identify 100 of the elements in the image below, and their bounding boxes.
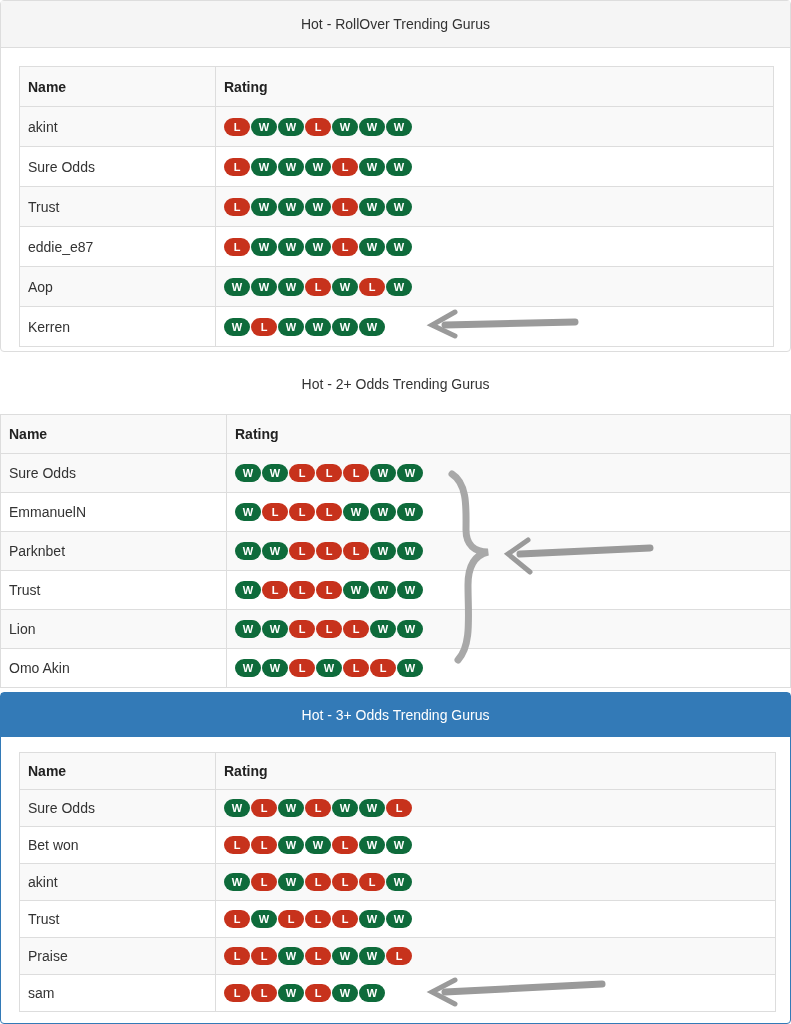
result-badge: L <box>289 581 315 599</box>
result-badge: W <box>359 910 385 928</box>
result-badge: W <box>332 117 358 136</box>
name-cell: Trust <box>0 570 227 610</box>
result-badge: L <box>386 947 412 965</box>
result-badge: W <box>359 799 385 817</box>
result-badge: W <box>224 317 250 336</box>
result-badge: W <box>370 464 396 482</box>
result-badge: W <box>359 237 385 256</box>
result-badge: L <box>332 873 358 891</box>
result-badge: L <box>370 659 396 677</box>
result-badge: W <box>386 836 412 854</box>
result-badge: W <box>251 197 277 216</box>
name-cell: Aop <box>19 266 216 307</box>
result-badge: W <box>278 197 304 216</box>
result-badge: W <box>316 659 342 677</box>
result-badge: W <box>278 317 304 336</box>
column-header: Name <box>19 752 216 790</box>
result-badge: W <box>370 503 396 521</box>
result-badge: W <box>224 799 250 817</box>
result-badge: W <box>386 117 412 136</box>
result-badge: L <box>305 910 331 928</box>
result-badge: W <box>370 620 396 638</box>
result-badge: W <box>386 910 412 928</box>
result-badge: W <box>386 237 412 256</box>
result-badge: L <box>386 799 412 817</box>
name-cell: akint <box>19 106 216 147</box>
result-badge: W <box>235 464 261 482</box>
result-badge: L <box>332 197 358 216</box>
name-cell: akint <box>19 863 216 901</box>
result-badge: L <box>305 873 331 891</box>
result-badge: W <box>397 659 423 677</box>
result-badge: L <box>343 542 369 560</box>
result-badge: W <box>386 873 412 891</box>
name-cell: Kerren <box>19 306 216 347</box>
result-badge: W <box>386 157 412 176</box>
result-badge: W <box>278 277 304 296</box>
result-badge: L <box>251 873 277 891</box>
result-badge: W <box>305 317 331 336</box>
result-badge: W <box>251 237 277 256</box>
result-badge: L <box>305 984 331 1002</box>
result-badge: L <box>289 542 315 560</box>
result-badge: W <box>235 542 261 560</box>
result-badge: L <box>316 503 342 521</box>
result-badge: L <box>305 799 331 817</box>
result-badge: L <box>316 620 342 638</box>
result-badge: L <box>316 581 342 599</box>
name-cell: Sure Odds <box>19 146 216 187</box>
result-badge: W <box>235 659 261 677</box>
result-badge: L <box>343 464 369 482</box>
result-badge: W <box>224 277 250 296</box>
column-header: Rating <box>215 752 776 790</box>
result-badge: L <box>343 659 369 677</box>
result-badge: W <box>224 873 250 891</box>
result-badge: L <box>251 799 277 817</box>
name-cell: sam <box>19 974 216 1012</box>
column-header: Name <box>0 414 227 454</box>
result-badge: W <box>332 947 358 965</box>
result-badge: W <box>397 542 423 560</box>
result-badge: L <box>332 836 358 854</box>
result-badge: L <box>305 947 331 965</box>
panel-title: Hot - RollOver Trending Gurus <box>300 16 491 32</box>
result-badge: W <box>251 910 277 928</box>
result-badge: L <box>262 581 288 599</box>
result-badge: W <box>251 157 277 176</box>
result-badge: L <box>224 910 250 928</box>
result-badge: W <box>251 277 277 296</box>
result-badge: W <box>370 542 396 560</box>
column-header: Rating <box>226 414 791 454</box>
result-badge: L <box>224 157 250 176</box>
result-badge: W <box>332 799 358 817</box>
result-badge: L <box>224 197 250 216</box>
result-badge: L <box>359 873 385 891</box>
result-badge: W <box>370 581 396 599</box>
result-badge: L <box>316 542 342 560</box>
column-header: Rating <box>215 66 774 107</box>
result-badge: L <box>332 157 358 176</box>
result-badge: L <box>359 277 385 296</box>
result-badge: W <box>343 503 369 521</box>
result-badge: W <box>359 317 385 336</box>
result-badge: L <box>251 984 277 1002</box>
result-badge: W <box>278 117 304 136</box>
result-badge: W <box>235 503 261 521</box>
result-badge: W <box>278 237 304 256</box>
name-cell: Trust <box>19 186 216 227</box>
result-badge: L <box>289 659 315 677</box>
result-badge: L <box>251 947 277 965</box>
result-badge: W <box>386 277 412 296</box>
result-badge: W <box>359 947 385 965</box>
result-badge: W <box>262 620 288 638</box>
result-badge: W <box>359 984 385 1002</box>
result-badge: L <box>262 503 288 521</box>
result-badge: W <box>305 237 331 256</box>
name-cell: Parknbet <box>0 531 227 571</box>
result-badge: W <box>332 277 358 296</box>
result-badge: W <box>305 836 331 854</box>
result-badge: W <box>278 947 304 965</box>
result-badge: W <box>397 620 423 638</box>
result-badge: L <box>224 947 250 965</box>
result-badge: W <box>305 197 331 216</box>
